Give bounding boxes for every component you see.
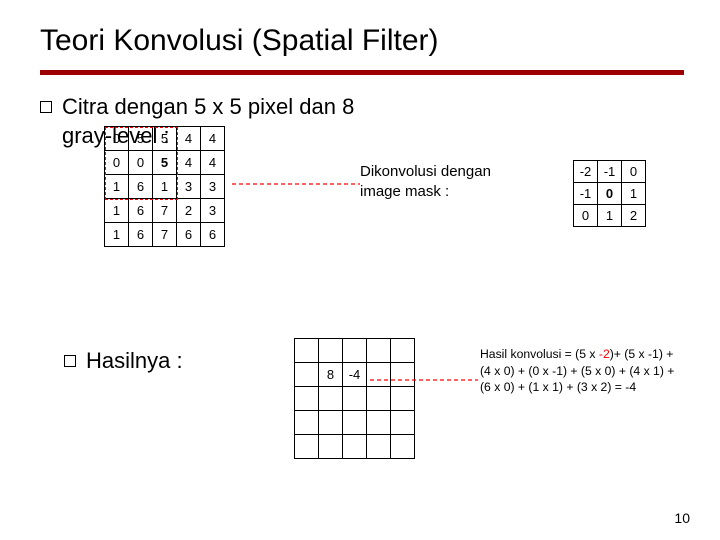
midtext-line2: image mask : xyxy=(360,183,449,200)
result-cell xyxy=(367,363,391,387)
result-cell xyxy=(367,411,391,435)
result-cell xyxy=(295,363,319,387)
conv-line1-c: )+ (5 x -1) + xyxy=(610,347,674,361)
citra-cell: 5 xyxy=(153,151,177,175)
result-cell xyxy=(295,387,319,411)
citra-cell: 4 xyxy=(201,151,225,175)
citra-cell: 5 xyxy=(129,127,153,151)
result-cell xyxy=(343,339,367,363)
mask-grid: -2-10-101012 xyxy=(573,160,646,227)
mask-cell: 0 xyxy=(574,205,598,227)
arrow-dash-right-icon xyxy=(232,178,360,190)
result-cell xyxy=(295,435,319,459)
mask-cell: 0 xyxy=(598,183,622,205)
mask-cell: 1 xyxy=(622,183,646,205)
midtext-line1: Dikonvolusi dengan xyxy=(360,163,491,180)
result-cell xyxy=(319,411,343,435)
citra-cell: 1 xyxy=(153,175,177,199)
result-cell xyxy=(391,363,415,387)
result-cell xyxy=(391,411,415,435)
citra-cell: 6 xyxy=(129,199,153,223)
citra-cell: 3 xyxy=(177,175,201,199)
result-cell: -4 xyxy=(343,363,367,387)
result-cell: 8 xyxy=(319,363,343,387)
result-cell xyxy=(367,339,391,363)
conv-line2: (4 x 0) + (0 x -1) + (5 x 0) + (4 x 1) + xyxy=(480,364,674,378)
citra-cell: 6 xyxy=(201,223,225,247)
slide-number: 10 xyxy=(674,510,690,526)
result-cell xyxy=(319,339,343,363)
citra-cell: 7 xyxy=(153,199,177,223)
mask-cell: -1 xyxy=(574,183,598,205)
citra-cell: 6 xyxy=(129,175,153,199)
bullet-marker-icon xyxy=(64,355,76,367)
convolution-formula: Hasil konvolusi = (5 x -2)+ (5 x -1) + (… xyxy=(480,346,720,395)
citra-cell: 0 xyxy=(105,151,129,175)
citra-cell: 4 xyxy=(177,127,201,151)
citra-cell: 2 xyxy=(177,199,201,223)
citra-grid: 0554400544161331672316766 xyxy=(104,126,225,247)
result-cell xyxy=(343,435,367,459)
citra-cell: 5 xyxy=(153,127,177,151)
citra-cell: 6 xyxy=(129,223,153,247)
citra-cell: 3 xyxy=(201,175,225,199)
result-cell xyxy=(319,387,343,411)
result-grid: 8-4 xyxy=(294,338,415,459)
result-cell xyxy=(391,435,415,459)
citra-cell: 1 xyxy=(105,175,129,199)
citra-cell: 3 xyxy=(201,199,225,223)
bullet-marker-icon xyxy=(40,101,52,113)
mask-cell: 2 xyxy=(622,205,646,227)
conv-line3: (6 x 0) + (1 x 1) + (3 x 2) = -4 xyxy=(480,380,636,394)
title-underline xyxy=(40,70,684,75)
result-cell xyxy=(343,387,367,411)
result-cell xyxy=(391,387,415,411)
result-cell xyxy=(367,387,391,411)
citra-cell: 0 xyxy=(129,151,153,175)
conv-line1-red: -2 xyxy=(599,347,610,361)
midtext: Dikonvolusi dengan image mask : xyxy=(360,162,491,201)
result-cell xyxy=(391,339,415,363)
page-title: Teori Konvolusi (Spatial Filter) xyxy=(40,24,684,58)
citra-cell: 1 xyxy=(105,223,129,247)
result-cell xyxy=(295,339,319,363)
bullet-hasil-text: Hasilnya : xyxy=(86,348,183,374)
citra-cell: 1 xyxy=(105,199,129,223)
conv-line1-a: Hasil konvolusi = (5 x xyxy=(480,347,599,361)
result-cell xyxy=(367,435,391,459)
citra-cell: 7 xyxy=(153,223,177,247)
mask-cell: 1 xyxy=(598,205,622,227)
mask-cell: -2 xyxy=(574,161,598,183)
result-cell xyxy=(343,411,367,435)
result-cell xyxy=(319,435,343,459)
bullet-citra-line1: Citra dengan 5 x 5 pixel dan 8 xyxy=(62,94,354,119)
citra-cell: 4 xyxy=(201,127,225,151)
citra-cell: 0 xyxy=(105,127,129,151)
mask-cell: -1 xyxy=(598,161,622,183)
citra-cell: 4 xyxy=(177,151,201,175)
mask-cell: 0 xyxy=(622,161,646,183)
citra-cell: 6 xyxy=(177,223,201,247)
result-cell xyxy=(295,411,319,435)
bullet-hasil: Hasilnya : xyxy=(64,348,183,374)
